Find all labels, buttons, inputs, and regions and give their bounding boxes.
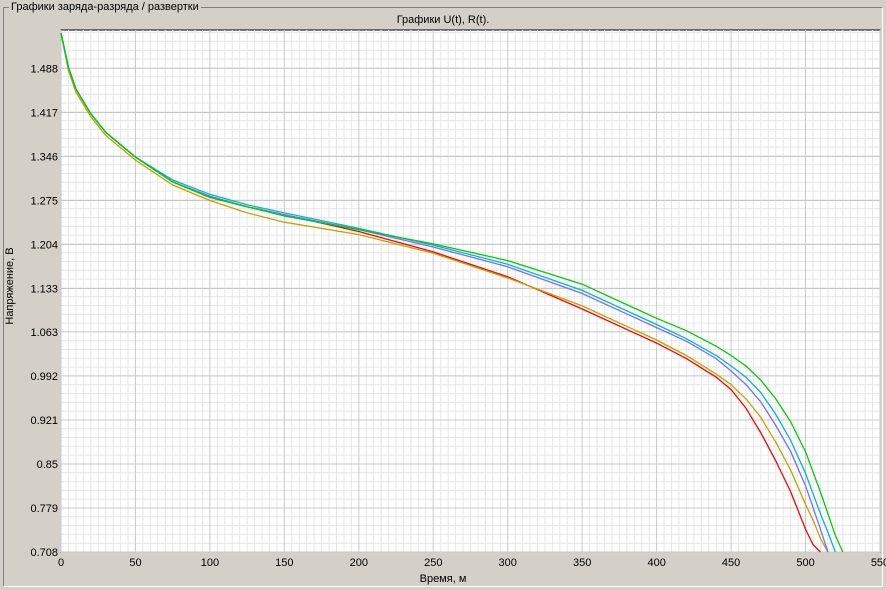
y-tick-label: 0.85	[37, 459, 58, 471]
y-tick-label: 0.921	[30, 415, 58, 427]
x-tick-label: 250	[424, 557, 442, 569]
y-tick-label: 0.779	[30, 503, 58, 515]
x-tick-label: 450	[722, 557, 740, 569]
y-tick-label: 1.346	[30, 151, 58, 163]
y-tick-label: 0.992	[30, 371, 58, 383]
x-tick-label: 100	[201, 557, 219, 569]
y-tick-label: 1.488	[30, 63, 58, 75]
y-tick-label: 1.204	[30, 240, 58, 252]
x-tick-label: 350	[573, 557, 591, 569]
y-tick-label: 0.708	[30, 547, 58, 559]
x-tick-label: 500	[796, 557, 814, 569]
y-tick-label: 1.275	[30, 195, 58, 207]
x-tick-label: 50	[129, 557, 141, 569]
y-tick-label: 1.063	[30, 327, 58, 339]
chart-plot: 0 50 100 150 200 250 300 350 400 450 500 550 0.708 0.…	[30, 29, 886, 569]
x-tick-label: 150	[275, 557, 293, 569]
x-tick-label: 0	[58, 557, 64, 569]
y-tick-label: 1.133	[30, 284, 58, 296]
x-tick-label: 550	[871, 557, 886, 569]
x-tick-label: 200	[350, 557, 368, 569]
x-tick-label: 300	[499, 557, 517, 569]
y-tick-label: 1.417	[30, 107, 58, 119]
x-tick-label: 400	[647, 557, 665, 569]
